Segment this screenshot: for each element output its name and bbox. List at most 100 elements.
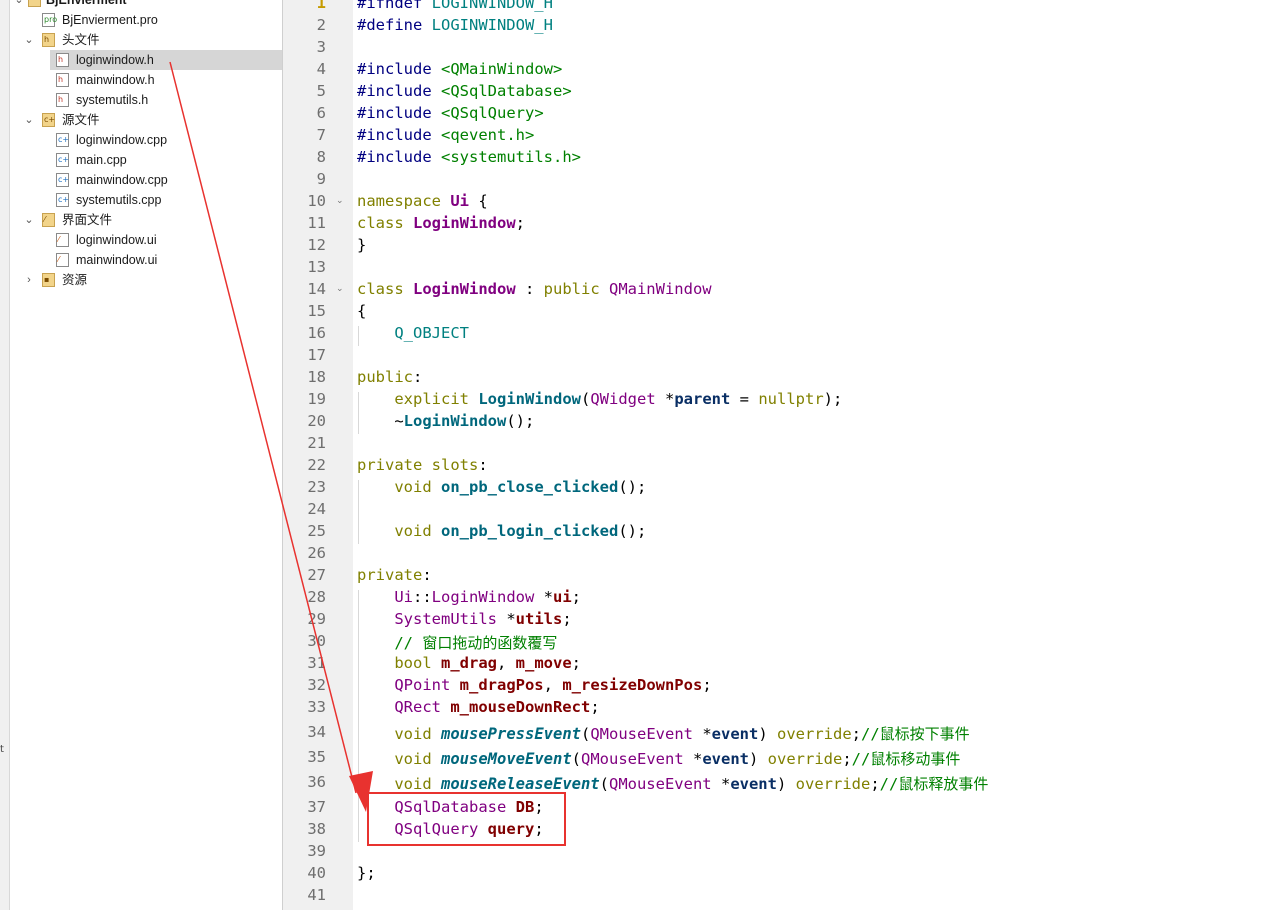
tree-item[interactable]: c+ main.cpp: [50, 150, 282, 170]
tree-item[interactable]: h loginwindow.h: [50, 50, 282, 70]
code-line[interactable]: };: [357, 864, 376, 882]
code-line[interactable]: Ui::LoginWindow *ui;: [357, 588, 581, 606]
code-token: :: [413, 368, 423, 386]
line-number: 16: [307, 324, 326, 342]
code-line[interactable]: #include <QMainWindow>: [357, 60, 562, 78]
code-token: m_mouseDownRect: [450, 698, 591, 716]
code-line[interactable]: void on_pb_login_clicked();: [357, 522, 646, 540]
code-line[interactable]: void mousePressEvent(QMouseEvent *event)…: [357, 723, 969, 744]
code-line[interactable]: {: [357, 302, 366, 320]
code-editor[interactable]: #ifndef LOGINWINDOW_H #define LOGINWINDOW…: [353, 0, 1271, 910]
chevron-down-icon[interactable]: ⌄: [22, 110, 36, 130]
code-line[interactable]: private:: [357, 566, 432, 584]
line-number: 28: [307, 588, 326, 606]
code-token: <systemutils.h>: [441, 148, 581, 166]
tree-item-label: 头文件: [62, 33, 100, 47]
code-line[interactable]: SystemUtils *utils;: [357, 610, 571, 628]
code-token: }: [357, 236, 367, 254]
code-token: QMouseEvent: [581, 750, 684, 768]
code-line[interactable]: ~LoginWindow();: [357, 412, 534, 430]
code-line[interactable]: #define LOGINWINDOW_H: [357, 16, 553, 34]
code-line[interactable]: class LoginWindow : public QMainWindow: [357, 280, 712, 298]
code-line[interactable]: QPoint m_dragPos, m_resizeDownPos;: [357, 676, 711, 694]
tree-item[interactable]: ⁄ mainwindow.ui: [50, 250, 282, 270]
tree-item[interactable]: pro BjEnvierment.pro: [10, 10, 282, 30]
code-token: #include: [357, 148, 441, 166]
code-line[interactable]: void mouseMoveEvent(QMouseEvent *event) …: [357, 748, 960, 769]
tree-item[interactable]: ⁄ loginwindow.ui: [50, 230, 282, 250]
tree-folder[interactable]: ⌄ c+ 源文件: [10, 110, 282, 130]
code-line[interactable]: public:: [357, 368, 422, 386]
code-line[interactable]: namespace Ui {: [357, 192, 488, 210]
code-token: m_drag: [441, 654, 497, 672]
tree-folder[interactable]: ⌄ ⁄ 界面文件: [10, 210, 282, 230]
code-token: 鼠标释放事件: [898, 775, 989, 793]
code-line[interactable]: #include <QSqlQuery>: [357, 104, 544, 122]
code-line[interactable]: bool m_drag, m_move;: [357, 654, 581, 672]
code-line[interactable]: // 窗口拖动的函数覆写: [357, 632, 557, 653]
tree-item[interactable]: c+ systemutils.cpp: [50, 190, 282, 210]
fold-marker-icon[interactable]: ⌄: [336, 284, 344, 294]
line-number: 26: [307, 544, 326, 562]
code-token: ,: [497, 654, 516, 672]
code-token: QRect: [394, 698, 451, 716]
code-token: event: [702, 750, 749, 768]
code-line[interactable]: #include <systemutils.h>: [357, 148, 581, 166]
code-token: parent: [674, 390, 731, 408]
code-token: //: [861, 725, 880, 743]
tree-item-project[interactable]: ⌄ BjEnvierment: [10, 0, 282, 10]
code-line[interactable]: #ifndef LOGINWINDOW_H: [357, 0, 553, 12]
code-line[interactable]: explicit LoginWindow(QWidget *parent = n…: [357, 390, 842, 408]
code-token: *: [655, 390, 675, 408]
code-token: *: [534, 588, 553, 606]
cpp-file-icon: c+: [56, 153, 69, 167]
chevron-down-icon[interactable]: ⌄: [22, 210, 36, 230]
chevron-right-icon[interactable]: ›: [22, 270, 36, 290]
code-token: ();: [618, 522, 647, 540]
tree-item-label: mainwindow.ui: [76, 253, 158, 267]
code-line[interactable]: QRect m_mouseDownRect;: [357, 698, 599, 716]
code-line[interactable]: #include <qevent.h>: [357, 126, 534, 144]
line-number: 13: [307, 258, 326, 276]
code-token: public: [543, 280, 609, 298]
project-tree[interactable]: ⌄ BjEnvierment pro BjEnvierment.pro ⌄ h 头文件 h lo…: [10, 0, 283, 910]
chevron-down-icon[interactable]: ⌄: [22, 30, 36, 50]
tree-item[interactable]: h systemutils.h: [50, 90, 282, 110]
folder-forms-icon: ⁄: [42, 213, 55, 227]
fold-marker-icon[interactable]: ⌄: [336, 196, 344, 206]
cpp-file-icon: c+: [56, 173, 69, 187]
tree-folder[interactable]: ⌄ h 头文件: [10, 30, 282, 50]
tree-item[interactable]: h mainwindow.h: [50, 70, 282, 90]
tree-item[interactable]: c+ mainwindow.cpp: [50, 170, 282, 190]
code-token: void: [394, 725, 441, 743]
code-token: QPoint: [394, 676, 460, 694]
code-line[interactable]: void mouseReleaseEvent(QMouseEvent *even…: [357, 773, 988, 794]
code-line[interactable]: void on_pb_close_clicked();: [357, 478, 646, 496]
line-number: 31: [307, 654, 326, 672]
code-token: ;: [515, 214, 525, 232]
code-token: private: [357, 566, 423, 584]
tree-item[interactable]: c+ loginwindow.cpp: [50, 130, 282, 150]
code-token: namespace: [357, 192, 451, 210]
code-token: m_move: [515, 654, 572, 672]
header-file-icon: h: [56, 53, 69, 67]
code-line[interactable]: #include <QSqlDatabase>: [357, 82, 572, 100]
code-token: ): [749, 750, 768, 768]
code-token: bool: [394, 654, 441, 672]
code-token: class: [357, 280, 413, 298]
code-line[interactable]: }: [357, 236, 366, 254]
chevron-down-icon[interactable]: ⌄: [12, 0, 26, 10]
code-token: utils: [515, 610, 563, 628]
code-token: ui: [553, 588, 572, 606]
code-line[interactable]: Q_OBJECT: [357, 324, 469, 342]
indent-guide: [358, 480, 359, 544]
line-number: 29: [307, 610, 326, 628]
tree-folder[interactable]: › ▪ 资源: [10, 270, 282, 290]
tree-item-label: 界面文件: [62, 213, 113, 227]
code-line[interactable]: private slots:: [357, 456, 488, 474]
line-number: 33: [307, 698, 326, 716]
code-line[interactable]: class LoginWindow;: [357, 214, 525, 232]
code-token: (: [599, 775, 609, 793]
